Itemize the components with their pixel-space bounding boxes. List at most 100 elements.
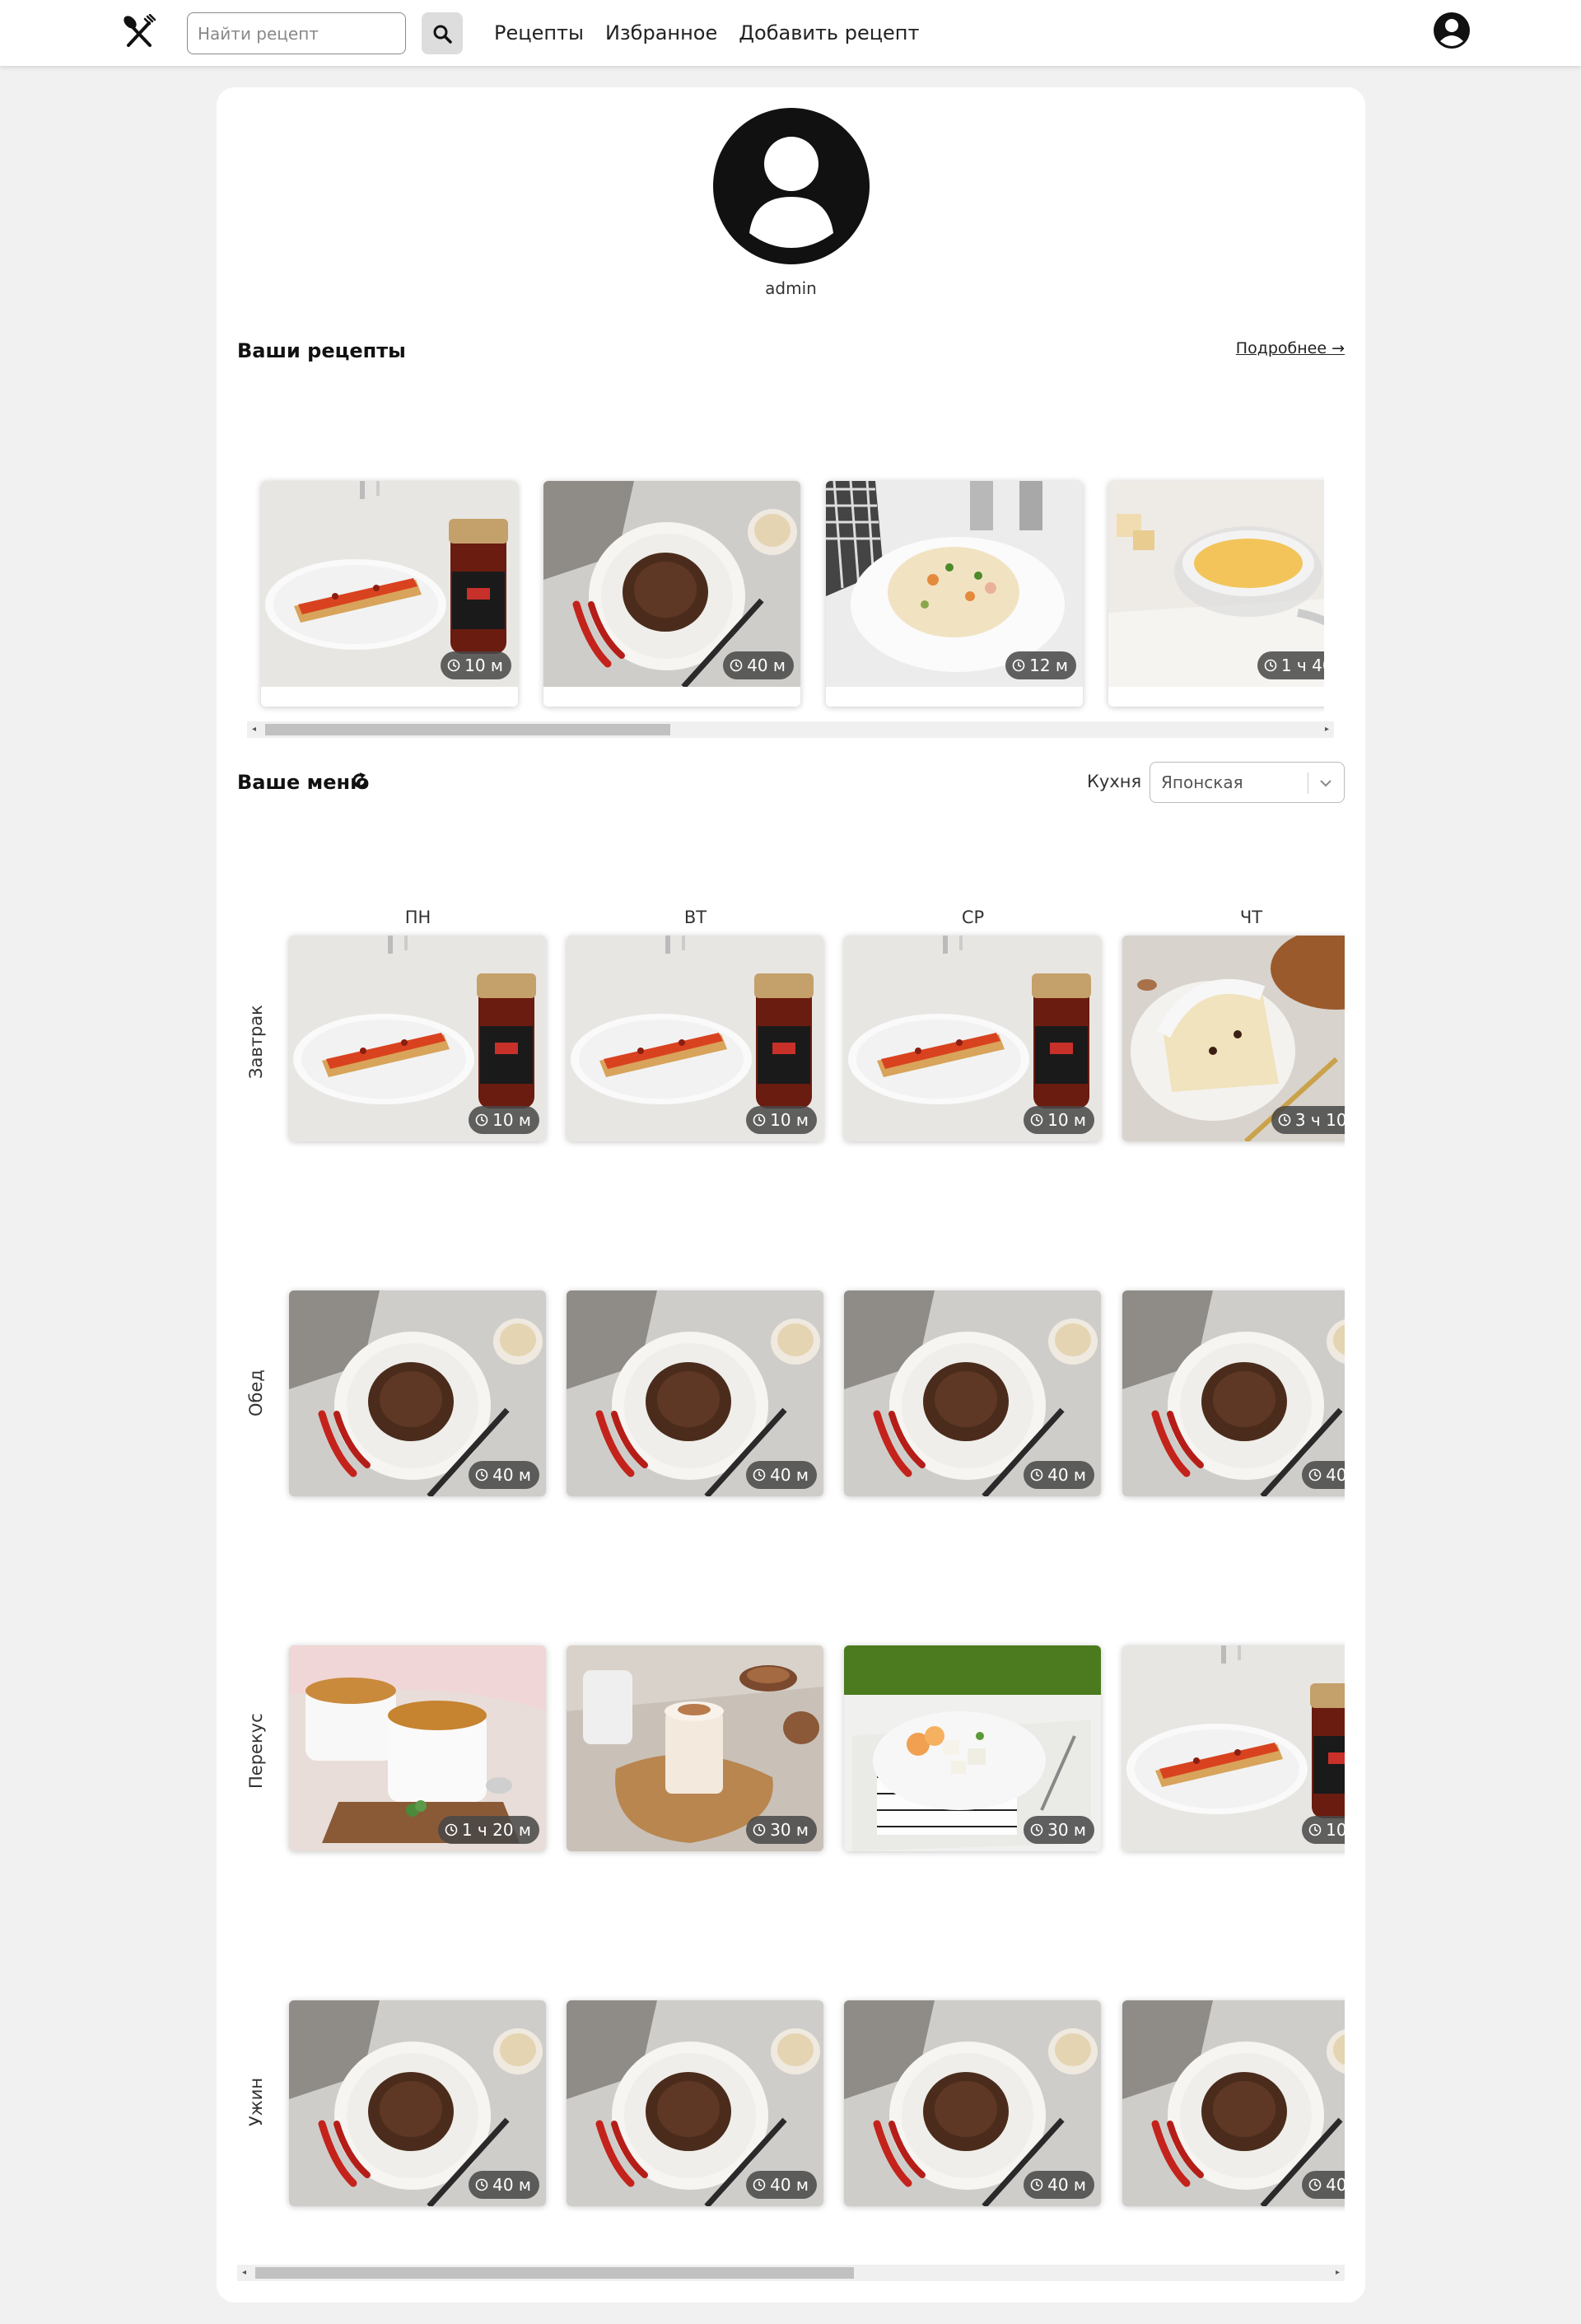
user-account-icon[interactable]	[1433, 12, 1471, 49]
more-link[interactable]: Подробнее →	[1236, 339, 1345, 357]
menu-recipe-card[interactable]: 10 мБрускетты с айваром и перцем чили	[289, 936, 546, 1141]
cook-time-badge: 40 м	[1302, 2171, 1345, 2199]
recipe-card[interactable]: 1 ч 40 м Гороховый суп-пюре	[1108, 481, 1324, 707]
clock-icon	[447, 659, 460, 672]
nav-favorites[interactable]: Избранное	[605, 21, 717, 44]
clock-icon	[475, 1113, 488, 1127]
search-button[interactable]	[422, 12, 463, 54]
clock-icon	[475, 2178, 488, 2191]
clock-icon	[1264, 659, 1277, 672]
cook-time-badge: 10 м	[1024, 1106, 1094, 1134]
cook-time-badge: 40 м	[1024, 1461, 1094, 1489]
menu-recipe-card[interactable]: 40 мСоба с красным жгучим перцем, кунжут…	[844, 2000, 1101, 2206]
cook-time-text: 12 м	[1029, 656, 1068, 675]
clock-icon	[1030, 1113, 1043, 1127]
clock-icon	[730, 659, 743, 672]
recipe-title: Брускетты с айваром и перцем чили	[261, 687, 518, 707]
clock-icon	[753, 2178, 766, 2191]
meal-label: Завтрак	[246, 1005, 266, 1079]
cook-time-text: 40 м	[770, 1465, 809, 1485]
cook-time-text: 1 ч 40 м	[1280, 656, 1324, 675]
your-recipes-heading: Ваши рецепты	[237, 339, 406, 362]
recipe-title: Салат "Оливье"	[826, 687, 1083, 707]
recipe-card[interactable]: 12 м Салат "Оливье"	[826, 481, 1083, 707]
cook-time-badge: 40 м	[469, 2171, 539, 2199]
cook-time-badge: 10 м	[746, 1106, 817, 1134]
menu-recipe-card[interactable]: 10 мБрускетты с айваром и перцем чили	[567, 936, 823, 1141]
cook-time-text: 40 м	[492, 2175, 531, 2195]
menu-recipe-card[interactable]: 10 мБрускетты с айваром и перцем чили	[844, 936, 1101, 1141]
clock-icon	[1012, 659, 1025, 672]
cook-time-text: 40 м	[1047, 2175, 1086, 2195]
cook-time-text: 40 м	[1326, 1465, 1345, 1485]
cook-time-text: 10 м	[770, 1110, 809, 1130]
cuisine-label: Кухня	[1087, 772, 1142, 791]
menu-recipe-card[interactable]: 3 ч 10 мПлетеный калач с изюмом	[1122, 936, 1345, 1141]
cook-time-badge: 10 м	[469, 1106, 539, 1134]
menu-recipe-card[interactable]: 10 мБрускетты с айваром и перцем чили	[1122, 1645, 1345, 1851]
cook-time-text: 40 м	[1326, 2175, 1345, 2195]
avatar	[713, 108, 870, 264]
cook-time-text: 10 м	[464, 656, 503, 675]
cook-time-text: 10 м	[1326, 1820, 1345, 1840]
recipes-scrollbar[interactable]: ◂ ▸	[247, 721, 1334, 738]
menu-recipe-card[interactable]: 30 мГоголь-моголь с какао	[567, 1645, 823, 1851]
day-header: ЧТ	[1239, 908, 1263, 927]
menu-recipe-card[interactable]: 40 мСоба с красным жгучим перцем, кунжут…	[567, 2000, 823, 2206]
cuisine-select[interactable]: Японская	[1150, 762, 1345, 803]
clock-icon	[1308, 1468, 1322, 1482]
nav-recipes[interactable]: Рецепты	[494, 21, 584, 44]
cook-time-badge: 1 ч 20 м	[437, 1816, 539, 1844]
menu-recipe-card[interactable]: 40 мСоба с красным жгучим перцем, кунжут…	[289, 2000, 546, 2206]
menu-scroll-thumb[interactable]	[255, 2267, 854, 2279]
clock-icon	[475, 1468, 488, 1482]
menu-recipe-card[interactable]: 40 мСоба с красным жгучим перцем, кунжут…	[289, 1290, 546, 1496]
recipe-title: Соба с красным жгучим перцем, кунжутом и…	[543, 687, 800, 707]
day-header: ПН	[404, 908, 431, 927]
menu-recipe-card[interactable]: 40 мСоба с красным жгучим перцем, кунжут…	[1122, 1290, 1345, 1496]
menu-recipe-card[interactable]: 40 мСоба с красным жгучим перцем, кунжут…	[567, 1290, 823, 1496]
cook-time-badge: 12 м	[1005, 651, 1076, 679]
username: admin	[765, 278, 817, 298]
recipe-title: Гороховый суп-пюре	[1108, 687, 1324, 707]
clock-icon	[1030, 2178, 1043, 2191]
menu-recipe-card[interactable]: 1 ч 20 мКокосовый крем-брюле	[289, 1645, 546, 1851]
menu-recipe-card[interactable]: 40 мСоба с красным жгучим перцем, кунжут…	[844, 1290, 1101, 1496]
cook-time-text: 40 м	[747, 656, 786, 675]
main-nav: Рецепты Избранное Добавить рецепт	[494, 21, 919, 44]
clock-icon	[1308, 2178, 1322, 2191]
cook-time-badge: 10 м	[1302, 1816, 1345, 1844]
clock-icon	[1030, 1823, 1043, 1836]
meal-label: Ужин	[246, 2077, 266, 2126]
cook-time-badge: 10 м	[441, 651, 511, 679]
search-input[interactable]	[187, 12, 406, 54]
clock-icon	[753, 1823, 766, 1836]
recipe-card[interactable]: 10 м Брускетты с айваром и перцем чили	[261, 481, 518, 707]
menu-scrollbar[interactable]: ◂ ▸	[237, 2265, 1345, 2281]
cook-time-text: 40 м	[492, 1465, 531, 1485]
day-header: ВТ	[683, 908, 707, 927]
recipe-card[interactable]: 40 м Соба с красным жгучим перцем, кунжут…	[543, 481, 800, 707]
meal-label: Перекус	[246, 1713, 266, 1789]
clock-icon	[753, 1468, 766, 1482]
cook-time-text: 30 м	[1047, 1820, 1086, 1840]
cook-time-badge: 30 м	[1024, 1816, 1094, 1844]
day-header: СР	[961, 908, 985, 927]
menu-recipe-card[interactable]: 40 мСоба с красным жгучим перцем, кунжут…	[1122, 2000, 1345, 2206]
cook-time-badge: 40 м	[1024, 2171, 1094, 2199]
meal-label: Обед	[246, 1370, 266, 1416]
clock-icon	[1278, 1113, 1291, 1127]
fork-knife-logo-icon[interactable]	[122, 13, 156, 49]
cook-time-text: 10 м	[1047, 1110, 1086, 1130]
cook-time-badge: 40 м	[746, 2171, 817, 2199]
nav-add-recipe[interactable]: Добавить рецепт	[739, 21, 919, 44]
top-navbar: Рецепты Избранное Добавить рецепт	[0, 0, 1581, 66]
refresh-menu-icon[interactable]	[350, 771, 370, 791]
cook-time-badge: 3 ч 10 м	[1271, 1106, 1345, 1134]
menu-recipe-card[interactable]: 30 мЦветная капуста со сметаной	[844, 1645, 1101, 1851]
recipes-scroll-thumb[interactable]	[265, 724, 670, 735]
cook-time-text: 40 м	[1047, 1465, 1086, 1485]
clock-icon	[445, 1823, 458, 1836]
clock-icon	[1308, 1823, 1322, 1836]
weekly-menu-grid: ПН ВТ СР ЧТ Завтрак 10 мБрускетты с айваром и…	[217, 812, 1345, 2324]
